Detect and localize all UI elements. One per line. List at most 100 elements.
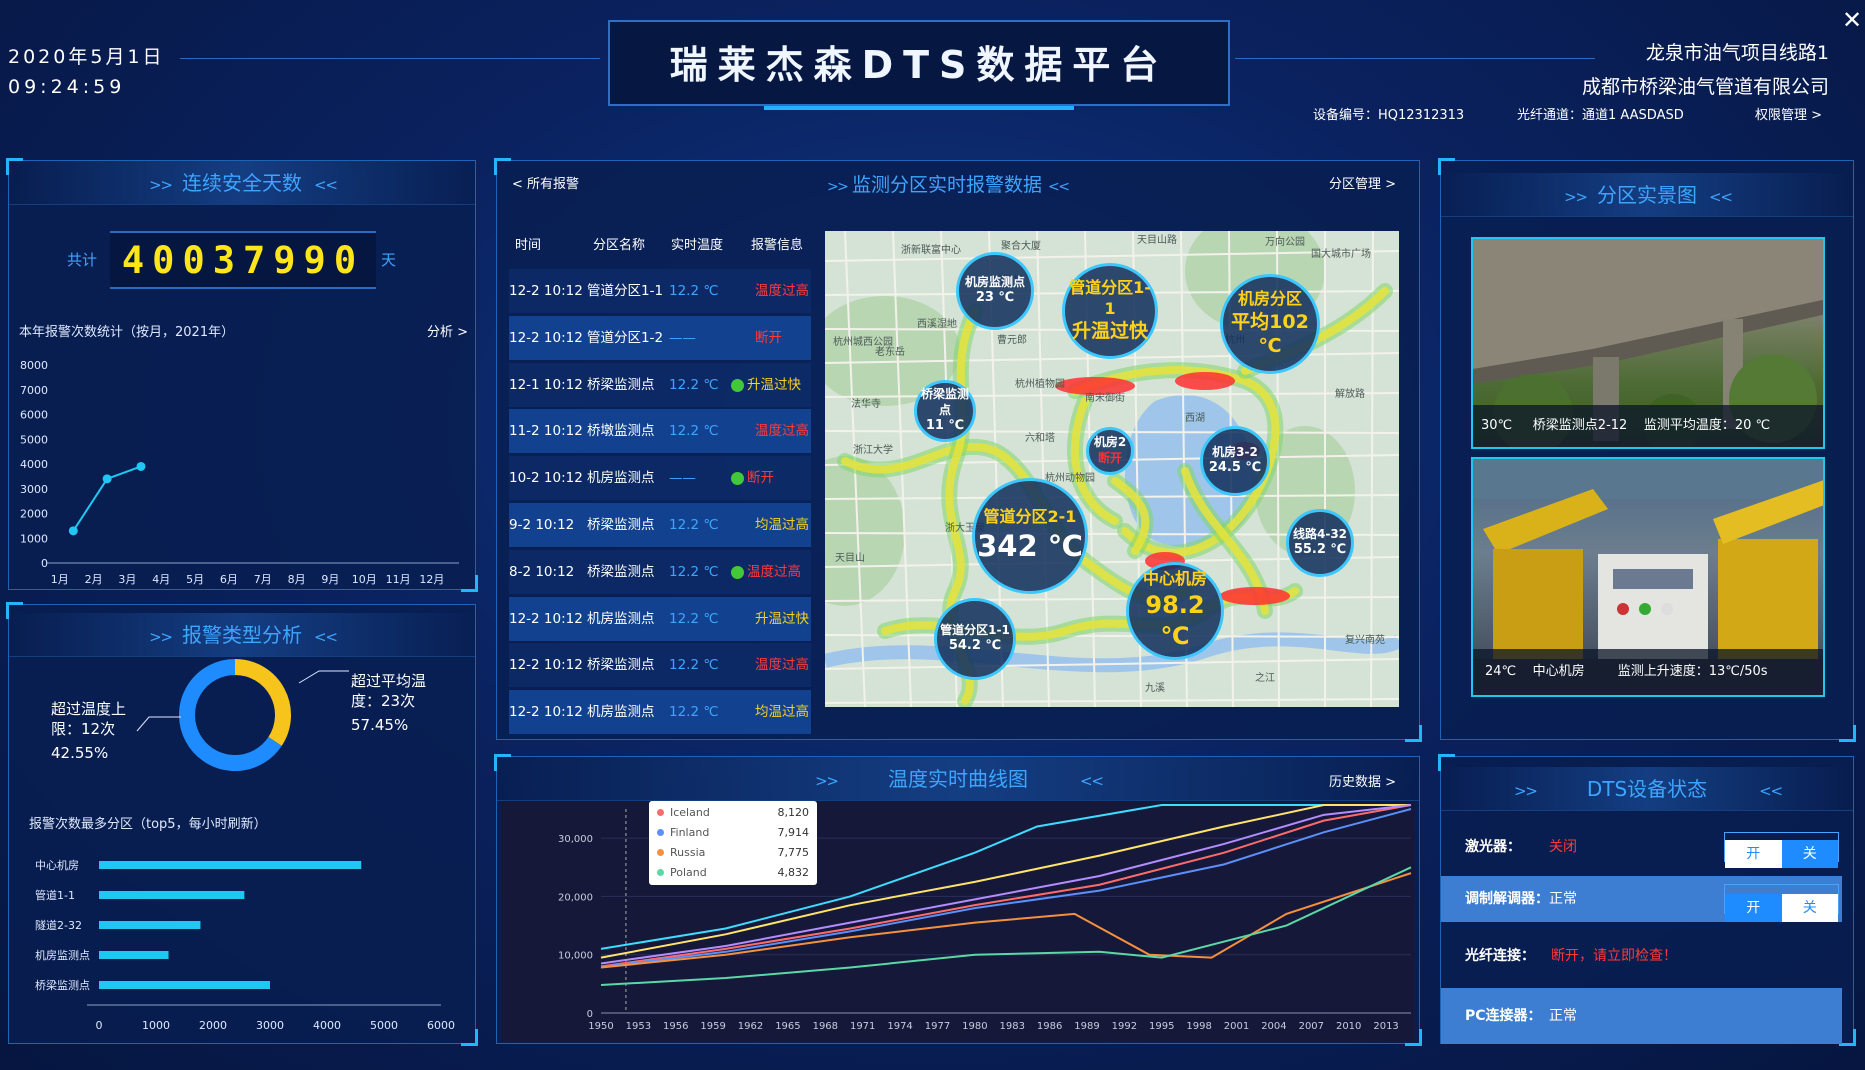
scene-photo-machine[interactable]: 24℃ 中心机房 监测上升速度：13℃/50s <box>1471 457 1825 697</box>
bar <box>99 891 245 899</box>
alarm-temp: —— <box>669 470 696 487</box>
alarm-row[interactable]: 12-2 10:12 机房监测点 12.2 ℃ 均温过高 <box>509 690 811 735</box>
bar-label: 机房监测点 <box>35 948 90 962</box>
history-link[interactable]: 历史数据 > <box>1329 771 1396 790</box>
device-row: 激光器： 关闭 开关 <box>1441 826 1842 868</box>
alarm-temp: 12.2 ℃ <box>669 704 719 721</box>
legend-dot-icon <box>657 809 664 816</box>
close-icon[interactable]: ✕ <box>1842 6 1862 34</box>
toggle-on-button[interactable]: 开 <box>1725 840 1782 868</box>
curve-title: > > 温度实时曲线图 < < <box>497 757 1419 801</box>
alarm-temp: 12.2 ℃ <box>669 610 719 627</box>
map-bubble[interactable]: 管道分区1-1 54.2 ℃ <box>934 598 1016 680</box>
x-tick-label: 1986 <box>1037 1021 1062 1032</box>
status-dot-icon <box>731 378 744 392</box>
toggle-off-button[interactable]: 关 <box>1781 894 1838 922</box>
alarm-row[interactable]: 12-2 10:12 机房监测点 12.2 ℃ 升温过快 <box>509 596 811 641</box>
y-tick-label: 4000 <box>20 458 48 471</box>
bar-label: 管道1-1 <box>35 888 75 902</box>
alarm-row[interactable]: 12-2 10:12 管道分区1-2 —— 断开 <box>509 315 811 360</box>
device-label: 光纤连接： <box>1465 948 1535 964</box>
map-bubble[interactable]: 机房监测点 23 ℃ <box>956 252 1034 330</box>
alarm-time: 12-2 10:12 <box>509 657 583 674</box>
temperature-curve-chart: 0 10,000 20,000 30,000 1950 1953 1956 1959 1962 1… <box>501 801 1415 1041</box>
alarm-row[interactable]: 10-2 10:12 机房监测点 —— 断开 <box>509 456 811 501</box>
arrow-right-icon: > > <box>1513 782 1538 800</box>
map-label: 法华寺 <box>851 397 881 410</box>
x-tick-label: 5月 <box>186 573 204 586</box>
alarm-map-panel: < 所有报警 > > 监测分区实时报警数据 < < 分区管理 > 时间 分区名称… <box>494 158 1422 742</box>
alarm-info: 升温过快 <box>755 610 809 627</box>
tooltip-rows: Iceland 8,120 Finland 7,914 Russia 7,775 Polan… <box>657 803 809 883</box>
y-tick-label: 0 <box>41 557 48 570</box>
alarm-info: 均温过高 <box>755 517 809 533</box>
x-tick-label: 1000 <box>142 1019 170 1032</box>
scene-photo-bridge[interactable]: 30℃ 桥梁监测点2-12 监测平均温度：20 ℃ <box>1471 237 1825 449</box>
bar-label: 中心机房 <box>35 858 79 872</box>
bubble-value: 23 ℃ <box>975 290 1015 306</box>
alarm-time: 12-2 10:12 <box>509 283 583 299</box>
header-date: 2020年5月1日 <box>8 46 165 68</box>
bubble-name: 管道分区1-1 <box>1069 277 1151 318</box>
header-line-left <box>180 58 600 59</box>
zone-management-link[interactable]: 分区管理 > <box>1329 173 1396 192</box>
alarm-time: 12-2 10:12 <box>509 329 583 346</box>
map-view[interactable]: 天目山路浙新联富中心聚合大厦龙井村西溪湿地杭州城西公园老东岳法华寺万向公园国大城… <box>825 231 1399 707</box>
analysis-link[interactable]: 分析 > <box>427 321 468 340</box>
map-label: 万向公园 <box>1265 235 1305 248</box>
arrow-right-icon: > > <box>149 628 173 646</box>
alarm-row[interactable]: 9-2 10:12 桥梁监测点 12.2 ℃ 均温过高 <box>509 503 811 547</box>
toggle-off-button[interactable]: 关 <box>1781 840 1838 868</box>
map-bubble[interactable]: 机房2 断开 <box>1086 427 1134 475</box>
map-label: 复兴南苑 <box>1345 633 1385 646</box>
map-bubble[interactable]: 管道分区2-1 342 ℃ <box>972 478 1088 594</box>
map-label: 浙江大学 <box>853 443 893 456</box>
alarm-row[interactable]: 11-2 10:12 桥墩监测点 12.2 ℃ 温度过高 <box>509 409 811 454</box>
x-tick-label: 1962 <box>738 1021 763 1032</box>
arrow-left-icon: < < <box>314 176 338 194</box>
bar-label: 隧道2-32 <box>35 918 82 932</box>
map-bubble[interactable]: 线路4-32 55.2 ℃ <box>1286 509 1354 577</box>
alarm-time: 9-2 10:12 <box>509 517 575 533</box>
map-bubble[interactable]: 管道分区1-1 升温过快 <box>1062 263 1158 359</box>
map-bubble[interactable]: 机房分区 平均102 ℃ <box>1220 274 1320 374</box>
x-tick-label: 1983 <box>1000 1021 1025 1032</box>
map-bubble[interactable]: 中心机房 98.2 ℃ <box>1126 562 1224 660</box>
alarm-row[interactable]: 8-2 10:12 桥梁监测点 12.2 ℃ 温度过高 <box>509 549 811 594</box>
bubble-value: 24.5 ℃ <box>1208 460 1262 476</box>
x-tick-label: 10月 <box>352 573 377 586</box>
alarm-row[interactable]: 12-2 10:12 桥梁监测点 12.2 ℃ 温度过高 <box>509 643 811 688</box>
device-row: PC连接器： 正常 <box>1441 988 1842 1044</box>
page-title: 瑞莱杰森DTS数据平台 <box>608 20 1230 106</box>
safety-panel: > > 连续安全天数 < < 共计 40037990 天 本年报警次数统计（按月，2… <box>6 158 478 592</box>
bubble-value: 平均102 ℃ <box>1231 310 1309 358</box>
power-toggle[interactable]: 开关 <box>1724 884 1839 922</box>
alarm-zone: 管道分区1-2 <box>587 329 664 346</box>
alarm-type-title: > > 报警类型分析 < < <box>9 613 475 657</box>
y-tick-label: 5000 <box>20 433 48 446</box>
alarm-info: 温度过高 <box>755 423 809 440</box>
map-bubble[interactable]: 桥梁监测点 11 ℃ <box>914 380 976 442</box>
tooltip-series-name: Poland <box>670 866 707 879</box>
x-tick-label: 1月 <box>51 573 69 586</box>
toggle-on-button[interactable]: 开 <box>1725 894 1782 922</box>
alarm-row[interactable]: 12-1 10:12 桥梁监测点 12.2 ℃ 升温过快 <box>509 362 811 407</box>
alarm-row[interactable]: 12-2 10:12 管道分区1-1 12.2 ℃ 温度过高 <box>509 269 811 313</box>
power-toggle[interactable]: 开关 <box>1724 832 1839 868</box>
permission-link[interactable]: 权限管理 > <box>1755 104 1822 123</box>
alarm-zone: 桥梁监测点 <box>587 517 655 533</box>
project-name: 龙泉市油气项目线路1 <box>1645 42 1829 64</box>
bubble-value: 升温过快 <box>1071 320 1148 343</box>
curve-panel: > > 温度实时曲线图 < < 历史数据 > 0 10,000 20,000 30,000… <box>494 754 1422 1046</box>
data-point <box>68 526 78 536</box>
y-tick-label: 7000 <box>20 384 48 397</box>
x-tick-label: 2007 <box>1299 1021 1324 1032</box>
arrow-right-icon: > > <box>149 176 173 194</box>
safety-suffix: 天 <box>381 251 397 269</box>
map-bubble[interactable]: 机房3-2 24.5 ℃ <box>1200 426 1270 496</box>
alarm-type-donut <box>136 659 349 771</box>
bubble-value: 342 ℃ <box>977 528 1083 563</box>
map-label: 解放路 <box>1335 387 1365 400</box>
status-dot-icon <box>731 565 744 579</box>
x-tick-label: 0 <box>96 1019 103 1032</box>
